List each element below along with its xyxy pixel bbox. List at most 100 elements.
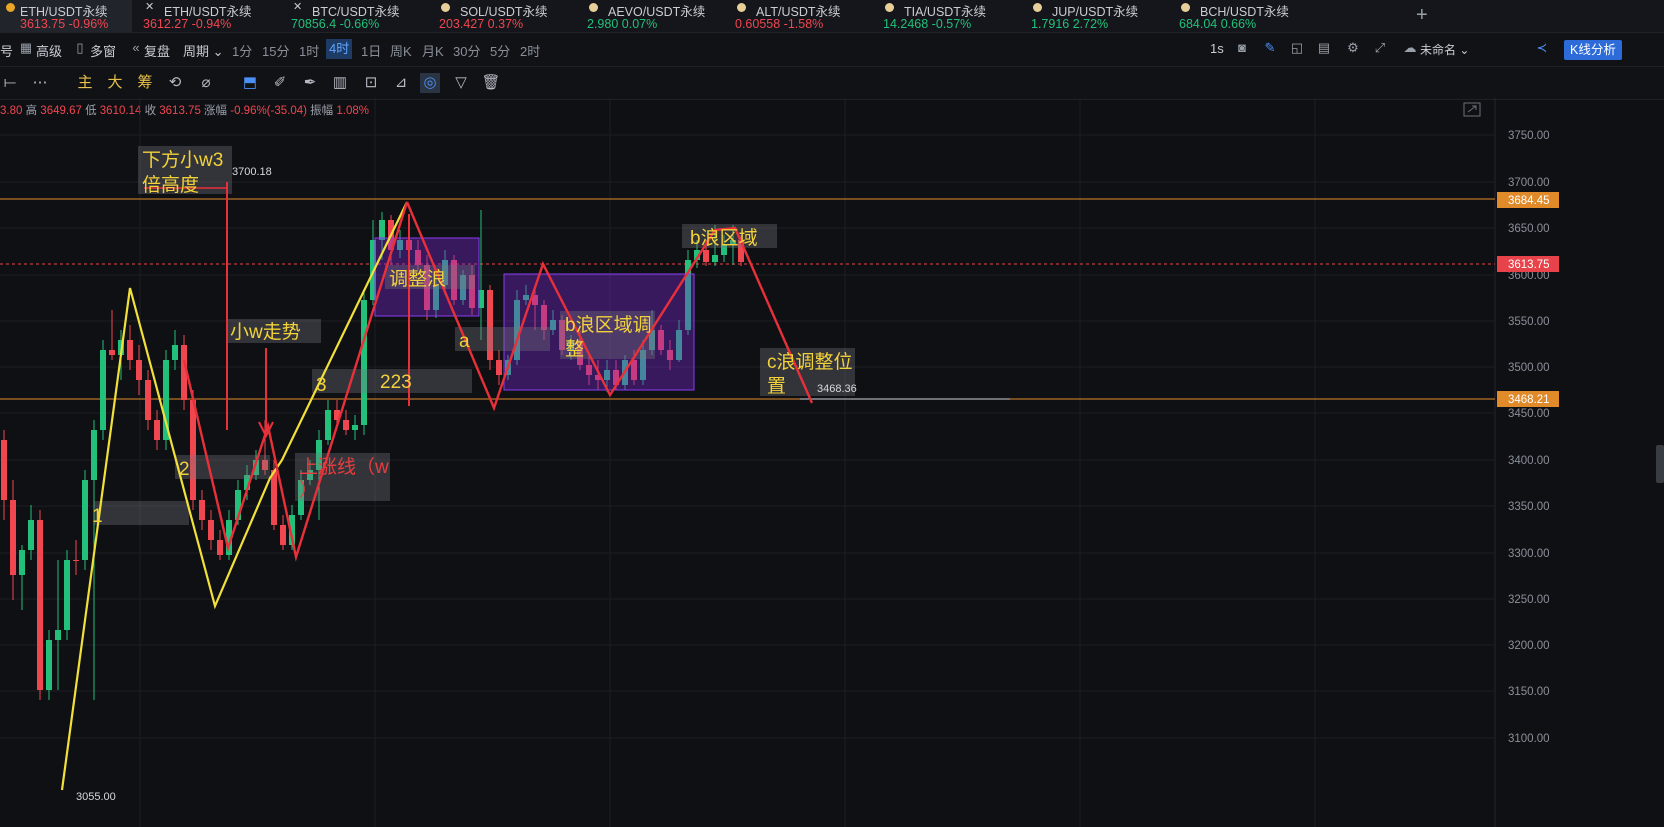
- trading-app: ETH/USDT永续 3613.75 -0.96% ✕ ETH/USDT永续 3…: [0, 0, 1664, 827]
- interval-2h[interactable]: 2时: [520, 41, 540, 60]
- advanced-icon: ▦: [19, 40, 33, 55]
- annotation-wave3[interactable]: 下方小w3: [142, 149, 223, 171]
- ticker-price: 0.60558 -1.58%: [735, 17, 824, 31]
- candle-body: [28, 520, 34, 550]
- more-icon[interactable]: ⋯: [30, 73, 50, 93]
- trash-icon[interactable]: 🗑: [481, 73, 501, 93]
- magnet-snap-icon[interactable]: ◎: [420, 73, 440, 93]
- toolbar-edge-label: 号: [0, 44, 14, 59]
- pattern-icon[interactable]: ▥: [330, 73, 350, 93]
- candle-body: [352, 425, 358, 430]
- candle-body: [19, 550, 25, 575]
- svg-text:3613.75: 3613.75: [1508, 259, 1550, 271]
- annotation-uptrend-line2: ）: [299, 479, 318, 501]
- share-icon[interactable]: ≺: [1534, 40, 1550, 56]
- annotation-wave3-value: 3700.18: [232, 166, 272, 178]
- candle-body: [1, 440, 7, 500]
- filter-icon[interactable]: ▽: [451, 73, 471, 93]
- big-order-button[interactable]: 大: [105, 73, 125, 93]
- eraser-icon[interactable]: ⌀: [196, 73, 216, 93]
- kline-analysis-button[interactable]: K线分析: [1564, 40, 1622, 60]
- layout-name-dropdown[interactable]: 未命名 ⌄: [1420, 41, 1469, 58]
- lock-icon[interactable]: ⊡: [361, 73, 381, 93]
- candle-body: [199, 500, 205, 520]
- interval-30m[interactable]: 30分: [453, 41, 480, 60]
- close-icon[interactable]: ✕: [293, 0, 302, 13]
- candle-body: [82, 480, 88, 560]
- brush-icon[interactable]: ✐: [270, 73, 290, 93]
- multi-window-button[interactable]: 多窗: [90, 41, 116, 60]
- interval-1h[interactable]: 1时: [299, 41, 319, 60]
- ticker-tab-alt[interactable]: ALT/USDT永续 0.60558 -1.58%: [732, 0, 872, 32]
- add-tab-button[interactable]: +: [1416, 4, 1428, 27]
- annotation-c-wave[interactable]: c浪调整位: [767, 351, 853, 373]
- calculator-icon[interactable]: ▤: [1316, 40, 1332, 56]
- replay-button[interactable]: 复盘: [144, 41, 170, 60]
- interval-1m[interactable]: 1分: [232, 41, 252, 60]
- interval-4h[interactable]: 4时: [326, 39, 353, 59]
- annotation-2[interactable]: 2: [179, 459, 190, 480]
- candle-body: [325, 410, 331, 440]
- axis-tick: 3450.00: [1508, 408, 1550, 420]
- svg-text:3684.45: 3684.45: [1508, 195, 1550, 207]
- comment-icon[interactable]: ◱: [1289, 40, 1305, 56]
- svg-text:3468.21: 3468.21: [1508, 394, 1550, 406]
- annotation-b-adjust[interactable]: b浪区域调: [565, 314, 652, 336]
- ticker-price: 1.7916 2.72%: [1031, 17, 1109, 31]
- ticker-tab-jup[interactable]: JUP/USDT永续 1.7916 2.72%: [1028, 0, 1168, 32]
- annotation-small-w[interactable]: 小w走势: [230, 321, 301, 343]
- coin-icon: [737, 3, 746, 12]
- main-indicator-button[interactable]: 主: [75, 73, 95, 93]
- ticker-tab-tia[interactable]: TIA/USDT永续 14.2468 -0.57%: [880, 0, 1020, 32]
- period-dropdown[interactable]: 周期 ⌄: [183, 41, 224, 60]
- ticker-tab-btc[interactable]: ✕ BTC/USDT永续 70856.4 -0.66%: [288, 0, 428, 32]
- ticker-tab-eth[interactable]: ✕ ETH/USDT永续 3612.27 -0.94%: [140, 0, 280, 32]
- speed-label[interactable]: 1s: [1210, 41, 1224, 56]
- axis-tick: 3150.00: [1508, 686, 1550, 698]
- chip-distribution-button[interactable]: 筹: [135, 73, 155, 93]
- scrollbar-handle[interactable]: [1656, 445, 1664, 483]
- pen-icon[interactable]: ✒: [300, 73, 320, 93]
- horizontal-ray-icon[interactable]: ⟝: [0, 73, 20, 93]
- annotation-1[interactable]: 1: [92, 506, 103, 527]
- fullscreen-icon[interactable]: ⤢: [1372, 40, 1388, 56]
- interval-1d[interactable]: 1日: [361, 41, 381, 60]
- annotation-wave-a[interactable]: a: [459, 331, 470, 352]
- interval-1mo[interactable]: 月K: [422, 41, 444, 60]
- magnet-icon[interactable]: ⟲: [165, 73, 185, 93]
- annotation-3[interactable]: 3: [316, 375, 327, 396]
- ticker-tab-sol[interactable]: SOL/USDT永续 203.427 0.37%: [436, 0, 576, 32]
- note-icon[interactable]: ⊿: [391, 73, 411, 93]
- candle-body: [703, 250, 709, 262]
- coin-icon: [885, 3, 894, 12]
- ticker-tab-aevo[interactable]: AEVO/USDT永续 2.980 0.07%: [584, 0, 724, 32]
- annotation-223[interactable]: 223: [380, 372, 412, 393]
- ticker-tab-bch[interactable]: BCH/USDT永续 684.04 0.66%: [1176, 0, 1316, 32]
- candle-body: [361, 300, 367, 425]
- candle-body: [496, 360, 502, 375]
- gear-icon[interactable]: ⚙: [1345, 40, 1361, 56]
- annotation-adjust-wave[interactable]: 调整浪: [389, 268, 446, 290]
- ticker-tab-eth-active[interactable]: ETH/USDT永续 3613.75 -0.96%: [0, 0, 132, 32]
- annotation-uptrend[interactable]: 上涨线（w: [299, 456, 389, 478]
- interval-1w[interactable]: 周K: [390, 41, 412, 60]
- candlestick-chart[interactable]: 3750.00 3700.00 3650.00 3600.00 3550.00 …: [0, 98, 1664, 827]
- annotation-b-region[interactable]: b浪区域: [690, 227, 758, 249]
- candle-body: [208, 520, 214, 540]
- cloud-icon: ☁: [1403, 40, 1417, 55]
- chart-toolbar: 号 ▦ 高级 ▯ 多窗 « 复盘 周期 ⌄ 1分 15分 1时 4时 1日 周K…: [0, 33, 1664, 67]
- advanced-button[interactable]: 高级: [36, 41, 62, 60]
- cursor-icon[interactable]: ⬒: [240, 73, 260, 93]
- candle-body: [109, 350, 115, 355]
- maximize-icon[interactable]: [1463, 102, 1481, 117]
- ticker-tab-bar: ETH/USDT永续 3613.75 -0.96% ✕ ETH/USDT永续 3…: [0, 0, 1664, 33]
- camera-icon[interactable]: ◙: [1234, 40, 1250, 56]
- interval-15m[interactable]: 15分: [262, 41, 289, 60]
- candle-body: [271, 470, 277, 525]
- candle-body: [55, 630, 61, 640]
- close-icon[interactable]: ✕: [145, 0, 154, 13]
- axis-tick: 3250.00: [1508, 594, 1550, 606]
- pencil-icon[interactable]: ✎: [1262, 40, 1278, 56]
- interval-5m[interactable]: 5分: [490, 41, 510, 60]
- replay-icon: «: [132, 40, 140, 55]
